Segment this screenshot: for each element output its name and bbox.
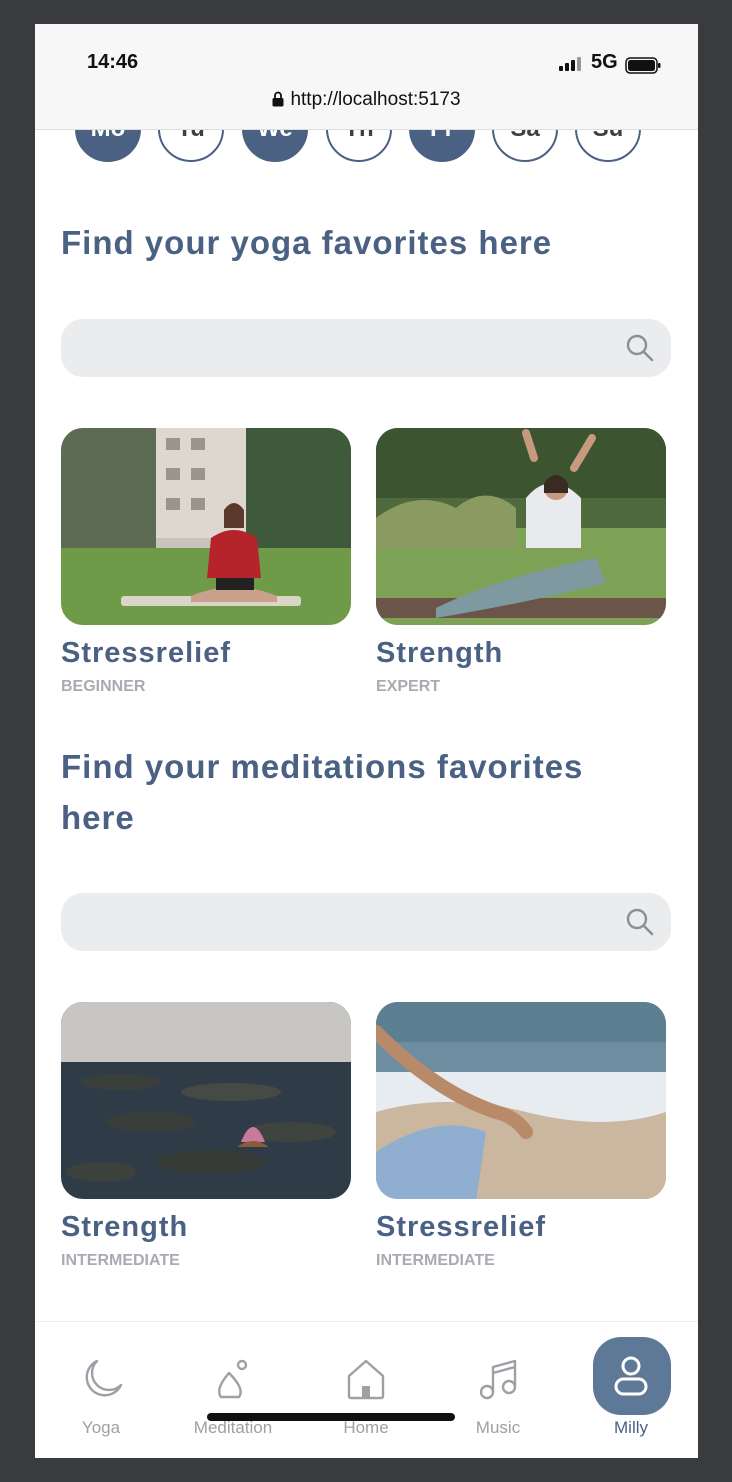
card-title: Strength [61, 1211, 189, 1243]
user-icon [614, 1356, 648, 1396]
card-level: INTERMEDIATE [61, 1252, 180, 1269]
home-icon [347, 1359, 385, 1400]
yoga-stressrelief-image [61, 428, 351, 625]
home-indicator [207, 1413, 455, 1421]
yoga-search-input[interactable] [61, 319, 671, 377]
meditation-heading-line1: Find your meditations favorites [61, 748, 584, 785]
moon-icon [85, 1359, 123, 1397]
nav-meditation[interactable]: Meditation [178, 1322, 288, 1458]
status-time: 14:46 [87, 51, 139, 73]
nav-label: Yoga [81, 1418, 121, 1437]
meditation-card[interactable]: Stressrelief INTERMEDIATE [376, 1002, 666, 1270]
card-level: INTERMEDIATE [376, 1252, 495, 1269]
yoga-strength-image [376, 428, 666, 625]
network-type: 5G [591, 51, 618, 73]
meditation-heading-line2: here [61, 799, 135, 836]
lock-icon [272, 91, 284, 107]
nav-label: Music [475, 1418, 521, 1437]
meditation-card[interactable]: Strength INTERMEDIATE [61, 1002, 351, 1270]
card-title: Strength [376, 637, 504, 669]
url-text: http://localhost:5173 [290, 89, 461, 110]
nav-home[interactable]: Home [311, 1322, 421, 1458]
card-level: EXPERT [376, 678, 441, 695]
yoga-card[interactable]: Strength EXPERT [376, 428, 666, 696]
nav-music[interactable]: Music [443, 1322, 553, 1458]
music-note-icon [479, 1359, 517, 1400]
card-title: Stressrelief [61, 637, 231, 669]
yoga-heading: Find your yoga favorites here [61, 224, 553, 261]
meditation-icon [218, 1359, 248, 1399]
nav-label: Milly [614, 1418, 648, 1437]
battery-icon [625, 57, 661, 74]
nav-yoga[interactable]: Yoga [46, 1322, 156, 1458]
address-bar[interactable]: http://localhost:5173 [35, 89, 698, 111]
search-icon[interactable] [625, 907, 655, 937]
phone-screen: Mo Tu We Th Fr Sa Su 14:46 5G http://loc… [35, 24, 698, 1458]
bottom-navigation: Yoga Meditation Home Music Milly [35, 1321, 698, 1458]
nav-label: Home [343, 1418, 389, 1437]
meditation-lotus-image [61, 1002, 351, 1199]
card-title: Stressrelief [376, 1211, 546, 1243]
meditation-beach-image [376, 1002, 666, 1199]
card-level: BEGINNER [61, 678, 146, 695]
nav-label: Meditation [193, 1418, 273, 1437]
search-icon[interactable] [625, 333, 655, 363]
meditation-search-input[interactable] [61, 893, 671, 951]
meditation-heading: Find your meditations favorites here [61, 741, 583, 843]
browser-status-bar: 14:46 5G http://localhost:5173 [35, 24, 698, 130]
signal-icon [559, 57, 581, 71]
nav-milly[interactable]: Milly [576, 1322, 686, 1458]
yoga-card[interactable]: Stressrelief BEGINNER [61, 428, 351, 696]
